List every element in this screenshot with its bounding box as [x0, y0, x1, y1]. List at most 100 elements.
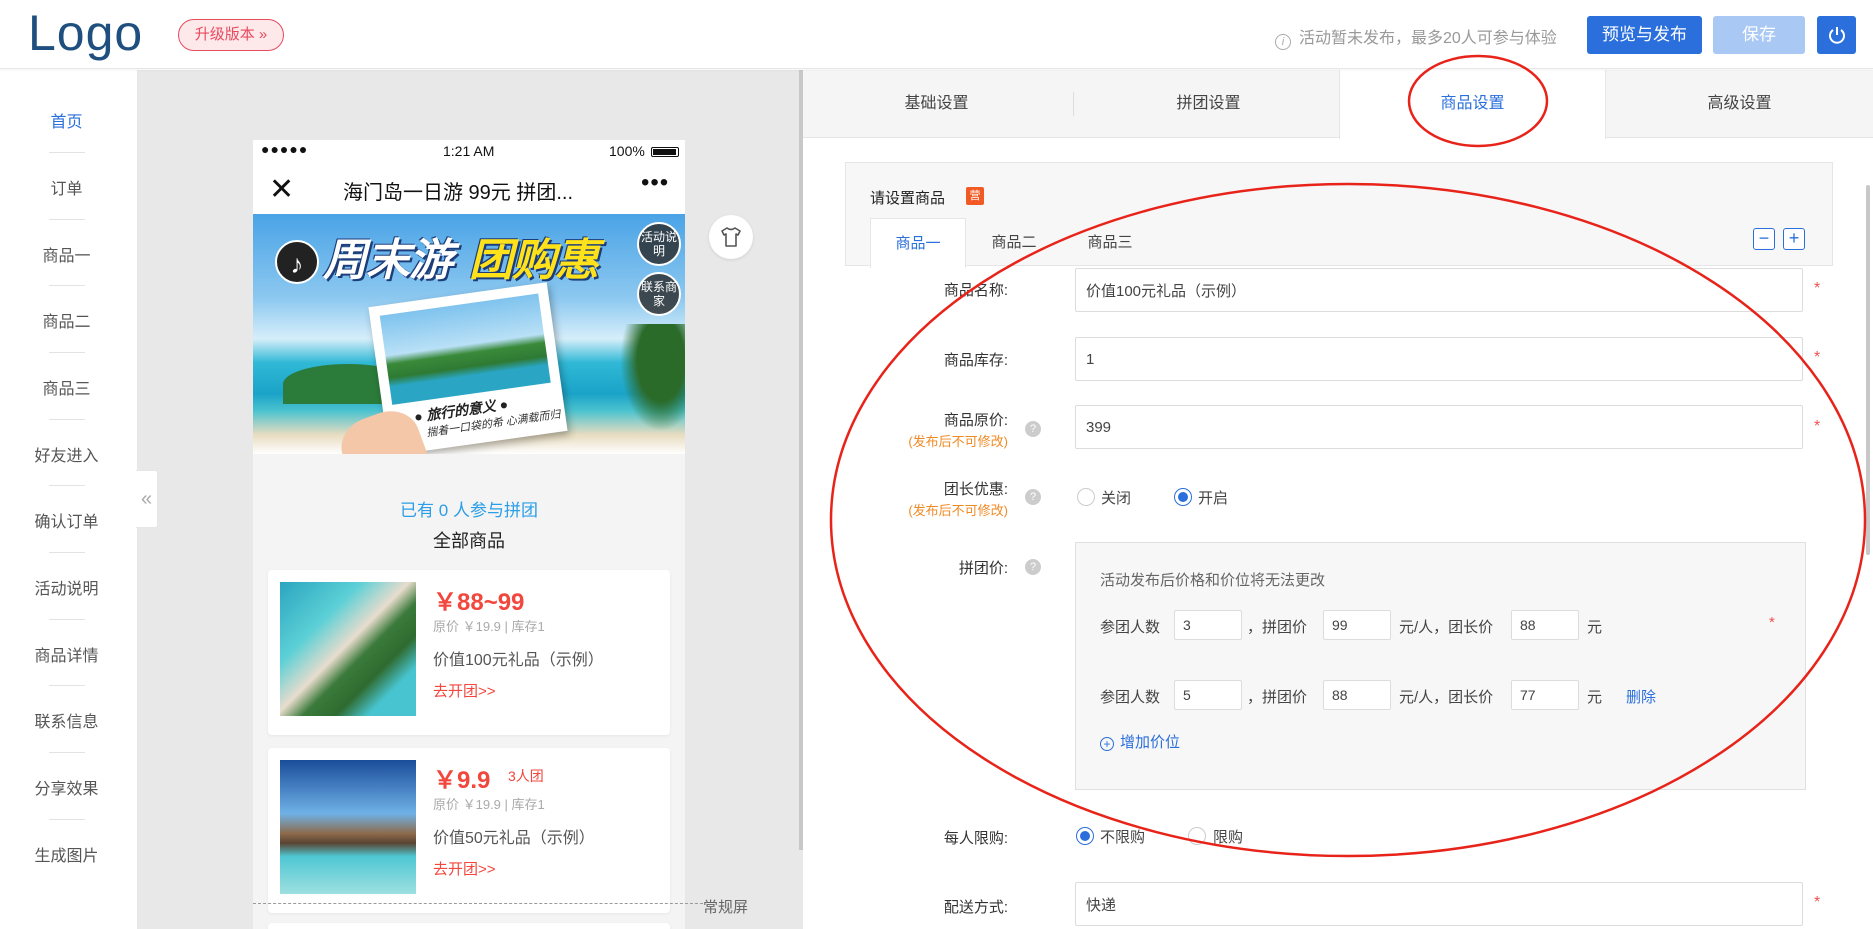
help-icon[interactable]: ?	[1025, 489, 1041, 505]
goods-tab-1[interactable]: 商品一	[870, 218, 966, 268]
tier-unit: 元	[1587, 689, 1603, 706]
limit-radio[interactable]	[1188, 827, 1206, 845]
sidebar-item-activity-desc[interactable]: 活动说明	[0, 575, 133, 599]
goods-name-input[interactable]	[1075, 268, 1803, 312]
orig-price-input[interactable]	[1075, 405, 1803, 449]
close-icon[interactable]: ✕	[269, 172, 294, 207]
collapse-sidebar-button[interactable]: «	[136, 470, 158, 528]
leader-discount-on-label: 开启	[1198, 490, 1229, 507]
orig-price-label: 商品原价:	[943, 412, 1008, 429]
leader-discount-label: 团长优惠:	[943, 481, 1008, 498]
add-tier-link[interactable]: + 增加价位	[1100, 731, 1180, 752]
top-header: Logo 升级版本 » i 活动暂未发布，最多20人可参与体验 预览与发布 保存	[0, 0, 1873, 69]
more-icon[interactable]: •••	[641, 169, 669, 197]
orig-price-note: (发布后不可修改)	[908, 434, 1008, 449]
leader-discount-on-radio[interactable]	[1174, 488, 1192, 506]
tier-people-label: 参团人数	[1100, 689, 1161, 706]
sidebar-item-orders[interactable]: 订单	[0, 175, 133, 199]
preview-publish-button[interactable]: 预览与发布	[1587, 16, 1702, 54]
leader-discount-note: (发布后不可修改)	[908, 503, 1008, 518]
tier-price-input[interactable]	[1323, 680, 1391, 710]
delivery-input[interactable]	[1075, 882, 1803, 926]
goods-price: ￥9.9	[433, 767, 491, 794]
start-group-link[interactable]: 去开团>>	[433, 858, 496, 879]
settings-tabs: 基础设置 拼团设置 商品设置 高级设置	[803, 70, 1873, 139]
sidebar-item-goods-1[interactable]: 商品一	[0, 242, 133, 266]
add-goods-button[interactable]: +	[1783, 228, 1805, 250]
normal-screen-label: 常规屏	[703, 899, 749, 916]
banner-palm	[613, 324, 685, 444]
tab-basic-settings[interactable]: 基础设置	[803, 70, 1070, 138]
group-price-note: 活动发布后价格和价位将无法更改	[1100, 572, 1326, 589]
limit-label: 限购	[1213, 829, 1244, 846]
no-limit-label: 不限购	[1100, 829, 1146, 846]
tab-advanced-settings[interactable]: 高级设置	[1606, 70, 1873, 138]
sidebar-divider	[49, 219, 85, 220]
goods-tab-2[interactable]: 商品二	[966, 218, 1062, 268]
tab-goods-settings[interactable]: 商品设置	[1339, 70, 1606, 139]
goods-stock-input[interactable]	[1075, 337, 1803, 381]
goods-name-label: 商品名称:	[943, 282, 1008, 299]
contact-float-button[interactable]: 联系商家	[637, 272, 681, 316]
no-limit-radio[interactable]	[1076, 827, 1094, 845]
vertical-scrollbar[interactable]	[1866, 185, 1870, 555]
tier-people-label: 参团人数	[1100, 619, 1161, 636]
battery-icon	[651, 147, 679, 157]
power-button[interactable]	[1817, 16, 1856, 54]
remove-goods-button[interactable]: −	[1753, 228, 1775, 250]
sidebar-divider	[49, 152, 85, 153]
goods-stock-label: 商品库存:	[943, 352, 1008, 369]
sidebar-item-goods-2[interactable]: 商品二	[0, 308, 133, 332]
required-badge: 营	[966, 187, 984, 205]
delete-tier-link[interactable]: 删除	[1626, 686, 1656, 707]
add-tier-label: 增加价位	[1120, 734, 1181, 751]
activity-banner: ♪ 周末游 团购惠 ● 旅行的意义 ● 揣着一口袋的希 心满载而归 活动说明 联…	[253, 214, 685, 454]
sidebar-divider	[49, 352, 85, 353]
sidebar-item-contact[interactable]: 联系信息	[0, 708, 133, 732]
tier-price-input[interactable]	[1323, 610, 1391, 640]
required-star: *	[1814, 894, 1821, 911]
tier-leader-input[interactable]	[1511, 610, 1579, 640]
upgrade-button[interactable]: 升级版本 »	[178, 19, 284, 51]
goods-tab-3[interactable]: 商品三	[1062, 218, 1158, 268]
all-goods-heading: 全部商品	[433, 531, 505, 551]
banner-photo-image	[379, 293, 551, 405]
notice-text: 活动暂未发布，最多20人可参与体验	[1299, 30, 1557, 47]
goods-card[interactable]: ￥88~99 原价 ￥19.9 | 库存1 价值100元礼品（示例） 去开团>>	[268, 570, 670, 735]
info-icon: i	[1275, 34, 1291, 50]
help-icon[interactable]: ?	[1025, 559, 1041, 575]
preview-splitter[interactable]	[799, 70, 803, 850]
activity-desc-float-button[interactable]: 活动说明	[637, 222, 681, 266]
sidebar-item-generate-image[interactable]: 生成图片	[0, 842, 133, 866]
start-group-link[interactable]: 去开团>>	[433, 680, 496, 701]
power-icon	[1829, 27, 1845, 44]
sidebar: 首页 订单 商品一 商品二 商品三 好友进入 确认订单 活动说明 商品详情 联系…	[0, 70, 138, 929]
theme-button[interactable]	[709, 215, 753, 259]
sidebar-item-goods-detail[interactable]: 商品详情	[0, 642, 133, 666]
tier-leader-input[interactable]	[1511, 680, 1579, 710]
goods-card[interactable]: ￥9.9 3人团 原价 ￥19.9 | 库存1 价值50元礼品（示例） 去开团>…	[268, 748, 670, 913]
goods-card[interactable]	[268, 923, 670, 929]
goods-price: ￥88~99	[433, 589, 525, 616]
logo: Logo	[28, 5, 144, 61]
tier-people-input[interactable]	[1174, 610, 1242, 640]
tier-people-input[interactable]	[1174, 680, 1242, 710]
phone-nav-bar: ✕ 海门岛一日游 99元 拼团... •••	[253, 164, 685, 214]
phone-page-title: 海门岛一日游 99元 拼团...	[343, 182, 574, 204]
tab-group-settings[interactable]: 拼团设置	[1075, 70, 1342, 138]
goods-name: 价值100元礼品（示例）	[433, 652, 604, 669]
sidebar-item-home[interactable]: 首页	[0, 108, 133, 132]
goods-image	[280, 760, 416, 894]
sidebar-item-friend-entry[interactable]: 好友进入	[0, 442, 133, 466]
sidebar-item-share[interactable]: 分享效果	[0, 775, 133, 799]
help-icon[interactable]: ?	[1025, 421, 1041, 437]
tier-unit: 元	[1587, 619, 1603, 636]
music-icon[interactable]: ♪	[275, 240, 319, 284]
plus-circle-icon: +	[1100, 737, 1114, 751]
goods-image	[280, 582, 416, 716]
leader-discount-off-radio[interactable]	[1077, 488, 1095, 506]
sidebar-item-confirm-order[interactable]: 确认订单	[0, 508, 133, 532]
save-button[interactable]: 保存	[1713, 16, 1805, 54]
sidebar-item-goods-3[interactable]: 商品三	[0, 375, 133, 399]
sidebar-divider	[49, 552, 85, 553]
